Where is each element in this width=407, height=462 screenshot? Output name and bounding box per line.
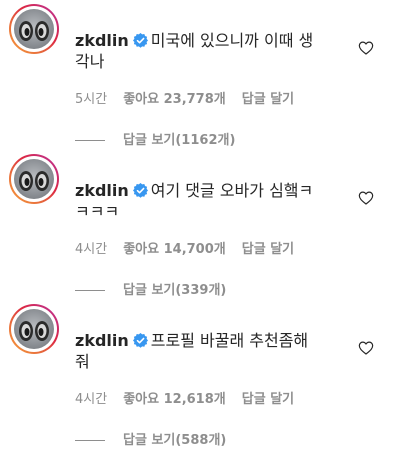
avatar-image [19, 171, 49, 191]
avatar[interactable] [9, 304, 59, 354]
heart-outline-icon[interactable] [358, 40, 374, 56]
replies-divider [75, 290, 105, 291]
username[interactable]: zkdlin [75, 331, 129, 350]
avatar-image [19, 21, 49, 41]
verified-badge-icon [132, 333, 148, 348]
comment-text-continued: 각나 [75, 52, 105, 71]
avatar[interactable] [9, 4, 59, 54]
comment-item: zkdlin 미국에 있으니까 이때 생 각나 5시간 좋아요 23,778개 답글… [0, 0, 407, 150]
view-replies-label: 답글 보기(1162개) [123, 133, 236, 148]
comment-body: zkdlin 프로필 바꿀래 추천좀해 [75, 331, 308, 351]
heart-outline-icon[interactable] [358, 340, 374, 356]
comment-item: zkdlin 프로필 바꿀래 추천좀해 줘 4시간 좋아요 12,618개 답글 달… [0, 300, 407, 450]
comment-time[interactable]: 4시간 [75, 392, 107, 407]
view-replies-button[interactable]: 답글 보기(339개) [75, 282, 226, 300]
comment-text: 여기 댓글 오바가 심햌ㅋ [150, 181, 314, 200]
avatar-image [19, 321, 49, 341]
view-replies-label: 답글 보기(339개) [123, 283, 227, 298]
comment-body: zkdlin 미국에 있으니까 이때 생 [75, 31, 313, 51]
replies-divider [75, 140, 105, 141]
like-count[interactable]: 좋아요 23,778개 [123, 92, 226, 107]
reply-button[interactable]: 답글 달기 [242, 242, 294, 257]
view-replies-label: 답글 보기(588개) [123, 433, 227, 448]
reply-button[interactable]: 답글 달기 [242, 392, 294, 407]
view-replies-button[interactable]: 답글 보기(1162개) [75, 132, 235, 150]
comment-meta: 4시간 좋아요 14,700개 답글 달기 [75, 241, 310, 259]
reply-button[interactable]: 답글 달기 [242, 92, 294, 107]
username[interactable]: zkdlin [75, 31, 129, 50]
verified-badge-icon [132, 183, 148, 198]
comment-meta: 5시간 좋아요 23,778개 답글 달기 [75, 91, 310, 109]
view-replies-button[interactable]: 답글 보기(588개) [75, 432, 226, 450]
comment-text: 미국에 있으니까 이때 생 [150, 31, 314, 50]
heart-outline-icon[interactable] [358, 190, 374, 206]
comment-meta: 4시간 좋아요 12,618개 답글 달기 [75, 391, 310, 409]
like-count[interactable]: 좋아요 14,700개 [123, 242, 226, 257]
comment-text-continued: ㅋㅋㅋ [75, 202, 120, 221]
comment-body: zkdlin 여기 댓글 오바가 심햌ㅋ [75, 181, 313, 201]
comment-text-continued: 줘 [75, 352, 90, 371]
comment-item: zkdlin 여기 댓글 오바가 심햌ㅋ ㅋㅋㅋ 4시간 좋아요 14,700개 답… [0, 150, 407, 300]
comment-time[interactable]: 4시간 [75, 242, 107, 257]
like-count[interactable]: 좋아요 12,618개 [123, 392, 226, 407]
verified-badge-icon [132, 33, 148, 48]
replies-divider [75, 440, 105, 441]
comment-time[interactable]: 5시간 [75, 92, 107, 107]
avatar[interactable] [9, 154, 59, 204]
username[interactable]: zkdlin [75, 181, 129, 200]
comment-text: 프로필 바꿀래 추천좀해 [150, 331, 309, 350]
